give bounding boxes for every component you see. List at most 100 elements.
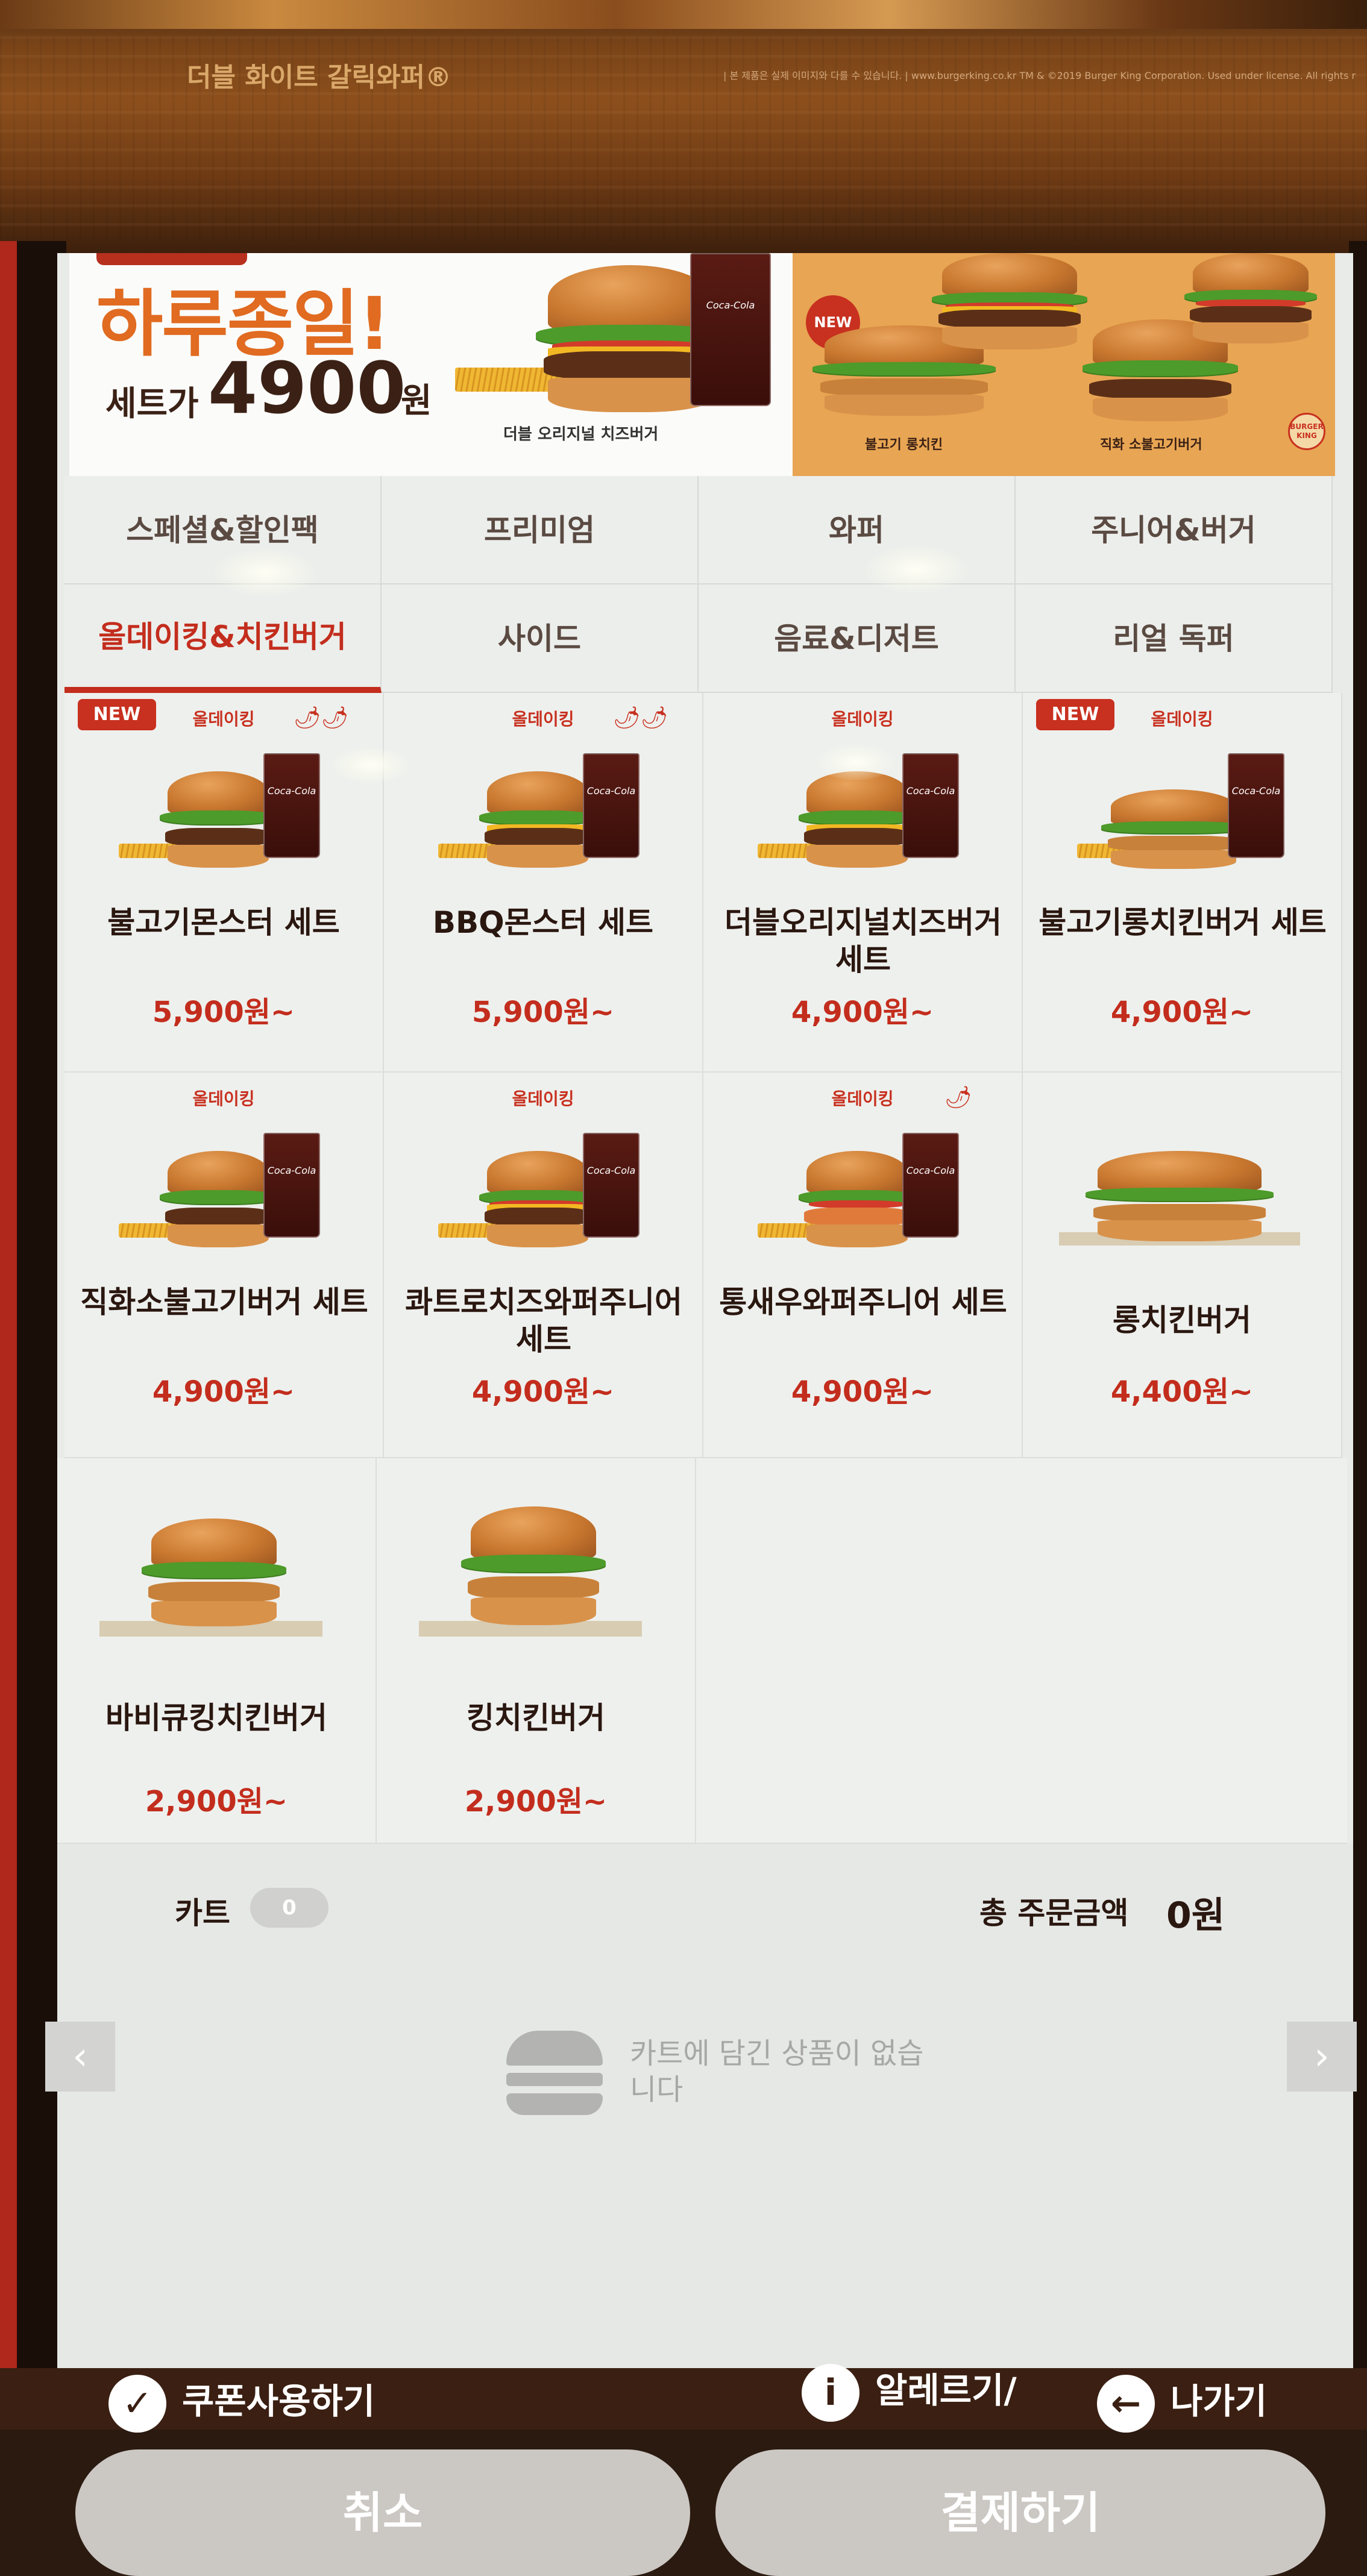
allergy-info-button[interactable]: i 알레르기/ bbox=[802, 2362, 1017, 2422]
cart-label: 카트 bbox=[175, 1896, 230, 1931]
kiosk-top-frame: 더블 화이트 갈릭와퍼® | 본 제품은 실제 이미지와 다를 수 있습니다. … bbox=[0, 0, 1367, 253]
empty-cart-burger-icon bbox=[506, 2031, 603, 2115]
tab-sides[interactable]: 사이드 bbox=[382, 584, 699, 693]
cart-section: 카트 0 총 주문금액 0원 ‹ › 카트에 담긴 상품이 없습니다 취소 결제… bbox=[45, 1844, 1357, 2576]
product-image: Coca-Cola bbox=[1077, 747, 1294, 886]
frame-promo-title: 더블 화이트 갈릭와퍼® bbox=[187, 62, 451, 93]
product-name: 롱치킨버거 bbox=[1113, 1303, 1251, 1338]
product-name: 콰트로치즈와퍼주니어 세트 bbox=[405, 1285, 682, 1357]
empty-grid-cell bbox=[696, 1458, 1347, 1844]
product-card-long-chicken-burger[interactable]: 롱치킨버거 4,400원~ bbox=[1023, 1073, 1342, 1458]
kiosk-left-bezel bbox=[0, 241, 66, 2430]
product-name: 킹치킨버거 bbox=[467, 1700, 605, 1735]
product-name: BBQ몬스터 세트 bbox=[432, 905, 654, 940]
product-card-flame-bulgogi-burger-set[interactable]: 올데이킹 Coca-Cola 직화소불고기버거 세트 4,900원~ bbox=[64, 1073, 384, 1458]
kiosk-bottom-bar: ✓ 쿠폰사용하기 i 알레르기/ ← 나가기 bbox=[0, 2363, 1367, 2433]
tab-premium[interactable]: 프리미엄 bbox=[382, 476, 699, 584]
product-image: Coca-Cola bbox=[438, 747, 655, 886]
product-name: 불고기롱치킨버거 세트 bbox=[1039, 905, 1327, 940]
screen-glare bbox=[332, 747, 410, 783]
product-card-bbq-monster-set[interactable]: 올데이킹 🌶🌶 Coca-Cola BBQ몬스터 세트 5,900원~ bbox=[384, 693, 703, 1073]
screen-glare bbox=[817, 744, 895, 780]
product-price: 4,900원~ bbox=[1110, 995, 1254, 1029]
screen-glare bbox=[865, 545, 967, 594]
product-price: 5,900원~ bbox=[471, 995, 615, 1029]
product-price: 2,900원~ bbox=[145, 1785, 288, 1819]
exit-button[interactable]: ← 나가기 bbox=[1097, 2373, 1267, 2433]
product-card-bulgogi-monster-set[interactable]: NEW 올데이킹 🌶🌶 Coca-Cola 불고기몬스터 세트 5,900원~ bbox=[64, 693, 384, 1073]
product-name: 더블오리지널치즈버거 세트 bbox=[724, 905, 1002, 977]
product-price: 4,900원~ bbox=[152, 1375, 295, 1409]
total-amount-label: 총 주문금액 bbox=[979, 1896, 1129, 1931]
tab-whopper[interactable]: 와퍼 bbox=[699, 476, 1016, 584]
spicy-pepper-icon: 🌶 bbox=[944, 1085, 972, 1110]
tab-allday-king-chicken[interactable]: 올데이킹&치킨버거 bbox=[64, 584, 382, 693]
spicy-pepper-icon: 🌶🌶 bbox=[294, 706, 349, 730]
banner-tag bbox=[96, 253, 247, 265]
cancel-button[interactable]: 취소 bbox=[75, 2449, 690, 2576]
frame-food-photo bbox=[0, 0, 1367, 29]
product-image: Coca-Cola bbox=[758, 1127, 975, 1265]
banner-caption-bulgogi-burger: 직화 소불고기버거 bbox=[1100, 437, 1202, 453]
product-image: Coca-Cola bbox=[119, 747, 336, 886]
cart-prev-button[interactable]: ‹ bbox=[45, 2022, 115, 2092]
info-icon: i bbox=[802, 2363, 859, 2422]
product-price: 4,400원~ bbox=[1110, 1375, 1254, 1409]
allday-king-tag: 올데이킹 bbox=[1151, 709, 1213, 729]
spicy-pepper-icon: 🌶🌶 bbox=[613, 706, 668, 730]
banner-fine-print bbox=[99, 443, 775, 461]
product-image bbox=[419, 1506, 660, 1657]
product-image bbox=[1059, 1127, 1312, 1265]
product-image: Coca-Cola bbox=[119, 1127, 336, 1265]
frame-legal-text: | 본 제품은 실제 이미지와 다를 수 있습니다. | www.burgerk… bbox=[723, 70, 1356, 81]
screen-glare bbox=[214, 548, 316, 597]
banner-allday-promo: 하루종일! 세트가 4900 원 Coca-Cola 더블 오리지널 치즈버거 bbox=[69, 253, 793, 476]
allday-king-tag: 올데이킹 bbox=[831, 1089, 894, 1109]
banner-caption-bulgogi-long-chicken: 불고기 롱치킨 bbox=[865, 437, 943, 453]
banner-set-label: 세트가 bbox=[105, 384, 199, 424]
product-card-bbq-king-chicken-burger[interactable]: 바비큐킹치킨버거 2,900원~ bbox=[57, 1458, 377, 1844]
product-card-bulgogi-long-chicken-set[interactable]: NEW 올데이킹 Coca-Cola 불고기롱치킨버거 세트 4,900원~ bbox=[1023, 693, 1342, 1073]
burger-king-logo: BURGER KING bbox=[1288, 413, 1325, 450]
promo-banner[interactable]: 하루종일! 세트가 4900 원 Coca-Cola 더블 오리지널 치즈버거 … bbox=[69, 253, 1335, 476]
banner-new-products: NEW 불고기 롱치킨 직화 소불고기버거 BURGER KING bbox=[793, 253, 1335, 476]
kiosk-red-edge bbox=[0, 241, 17, 2430]
kiosk-screen: 하루종일! 세트가 4900 원 Coca-Cola 더블 오리지널 치즈버거 … bbox=[45, 253, 1357, 2576]
banner-price: 4900 bbox=[208, 346, 406, 430]
banner-price-unit: 원 bbox=[401, 381, 432, 421]
product-name: 통새우와퍼주니어 세트 bbox=[719, 1285, 1007, 1320]
tab-junior-burger[interactable]: 주니어&버거 bbox=[1016, 476, 1333, 584]
coupon-label: 쿠폰사용하기 bbox=[182, 2381, 376, 2422]
allday-king-tag: 올데이킹 bbox=[512, 1089, 574, 1109]
product-image: Coca-Cola bbox=[438, 1127, 655, 1265]
product-name: 불고기몬스터 세트 bbox=[107, 905, 340, 940]
allday-king-tag: 올데이킹 bbox=[192, 1089, 255, 1109]
banner-burger-image bbox=[925, 253, 1094, 356]
cart-next-button[interactable]: › bbox=[1287, 2022, 1357, 2092]
banner-product-caption: 더블 오리지널 치즈버거 bbox=[503, 425, 659, 443]
exit-label: 나가기 bbox=[1171, 2381, 1268, 2422]
product-card-quattro-cheese-whopper-jr-set[interactable]: 올데이킹 Coca-Cola 콰트로치즈와퍼주니어 세트 4,900원~ bbox=[384, 1073, 703, 1458]
pay-button[interactable]: 결제하기 bbox=[715, 2449, 1325, 2576]
coupon-icon: ✓ bbox=[108, 2374, 166, 2433]
banner-burger-image bbox=[1178, 253, 1323, 349]
banner-cola-image: Coca-Cola bbox=[690, 253, 771, 406]
allergy-label: 알레르기/ bbox=[875, 2370, 1017, 2411]
product-image bbox=[99, 1518, 341, 1657]
product-price: 4,900원~ bbox=[471, 1375, 615, 1409]
empty-cart-message: 카트에 담긴 상품이 없습니다 bbox=[630, 2037, 924, 2107]
cart-count-badge: 0 bbox=[250, 1888, 328, 1928]
product-price: 4,900원~ bbox=[791, 1375, 934, 1409]
product-price: 4,900원~ bbox=[791, 995, 934, 1029]
tab-real-dogper[interactable]: 리얼 독퍼 bbox=[1016, 584, 1333, 693]
allday-king-tag: 올데이킹 bbox=[831, 709, 894, 729]
total-amount-value: 0원 bbox=[1166, 1894, 1225, 1937]
product-card-king-chicken-burger[interactable]: 킹치킨버거 2,900원~ bbox=[377, 1458, 696, 1844]
coupon-button[interactable]: ✓ 쿠폰사용하기 bbox=[108, 2373, 375, 2433]
product-grid: NEW 올데이킹 🌶🌶 Coca-Cola 불고기몬스터 세트 5,900원~ … bbox=[57, 693, 1347, 1844]
product-name: 직화소불고기버거 세트 bbox=[80, 1285, 368, 1320]
product-name: 바비큐킹치킨버거 bbox=[105, 1700, 327, 1735]
tab-drinks-desserts[interactable]: 음료&디저트 bbox=[699, 584, 1016, 693]
product-price: 5,900원~ bbox=[152, 995, 295, 1029]
product-card-shrimp-whopper-jr-set[interactable]: 올데이킹 🌶 Coca-Cola 통새우와퍼주니어 세트 4,900원~ bbox=[703, 1073, 1023, 1458]
